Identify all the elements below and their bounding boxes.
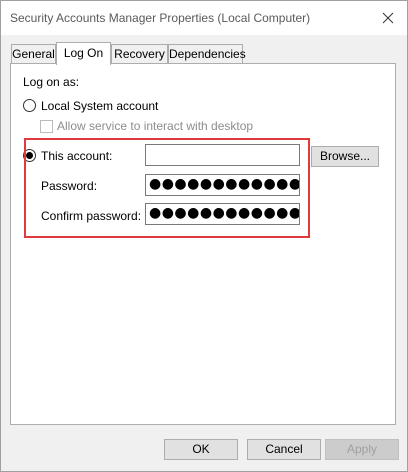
log-on-panel: Log on as: Local System account Allow se… xyxy=(10,63,396,425)
password-label: Password: xyxy=(41,179,98,193)
allow-interact-label: Allow service to interact with desktop xyxy=(57,119,254,133)
apply-button[interactable]: Apply xyxy=(325,439,399,460)
this-account-label[interactable]: This account: xyxy=(41,149,112,163)
browse-button[interactable]: Browse... xyxy=(311,146,379,167)
close-button[interactable] xyxy=(373,3,403,33)
allow-interact-checkbox[interactable] xyxy=(40,120,53,133)
confirm-password-label: Confirm password: xyxy=(41,209,142,223)
ok-button[interactable]: OK xyxy=(164,439,238,460)
properties-dialog: Security Accounts Manager Properties (Lo… xyxy=(0,0,408,472)
title-bar: Security Accounts Manager Properties (Lo… xyxy=(1,1,407,35)
this-account-input[interactable] xyxy=(145,144,300,166)
window-title: Security Accounts Manager Properties (Lo… xyxy=(10,11,311,25)
confirm-password-input[interactable]: ●●●●●●●●●●●●●●● xyxy=(145,203,300,225)
local-system-label[interactable]: Local System account xyxy=(41,99,158,113)
log-on-as-label: Log on as: xyxy=(23,75,80,89)
local-system-radio[interactable] xyxy=(23,99,36,112)
tab-dependencies[interactable]: Dependencies xyxy=(168,44,246,64)
close-icon xyxy=(382,12,394,24)
tab-log-on[interactable]: Log On xyxy=(56,42,111,65)
radio-selected-dot xyxy=(26,152,33,159)
password-input[interactable]: ●●●●●●●●●●●●●●● xyxy=(145,174,300,196)
tab-recovery[interactable]: Recovery xyxy=(111,44,168,64)
this-account-radio[interactable] xyxy=(23,149,36,162)
cancel-button[interactable]: Cancel xyxy=(247,439,321,460)
tab-general[interactable]: General xyxy=(11,44,56,64)
